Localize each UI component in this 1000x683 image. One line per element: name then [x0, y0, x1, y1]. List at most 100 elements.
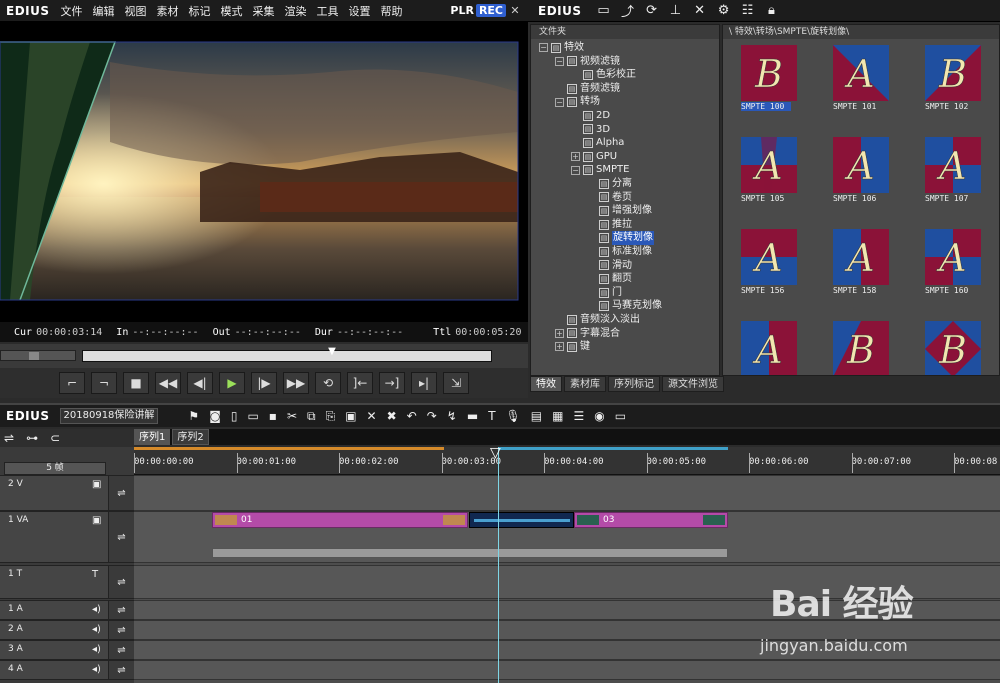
track-sync-icon[interactable]: ⇌ [108, 512, 134, 562]
tree-item[interactable]: + ▤ 字幕混合 [555, 327, 620, 341]
close-icon[interactable]: ✕ [508, 4, 522, 18]
tree-item[interactable]: ▤ 推拉 [587, 218, 632, 232]
sequence-tab[interactable]: 序列2 [172, 429, 209, 445]
track-sync-icon[interactable]: ⇌ [108, 601, 134, 619]
tree-item[interactable]: − ▤ 特效 [539, 41, 584, 55]
menu-item[interactable]: 文件 [56, 3, 88, 19]
marker-icon[interactable]: ⚑ [188, 409, 199, 423]
razor-icon[interactable]: ↯ [447, 409, 457, 423]
audio-clip[interactable] [212, 548, 728, 558]
menu-item[interactable]: 编辑 [88, 3, 120, 19]
expand-icon[interactable]: + [555, 328, 564, 338]
properties-icon[interactable]: ⚙ [716, 3, 732, 18]
paste-icon[interactable]: ⎘ [326, 409, 336, 424]
insert-button[interactable]: ]← [347, 372, 373, 394]
transition-thumbnail[interactable]: B [741, 45, 797, 101]
text-icon[interactable]: T [488, 409, 495, 423]
apply-icon[interactable]: ⊥ [668, 3, 684, 18]
tree-item[interactable]: − ▤ 转场 [555, 95, 600, 109]
track-header[interactable]: 1 VA ▣ ⇌ [0, 511, 134, 563]
up-folder-icon[interactable]: ⤴ [620, 1, 636, 20]
expand-icon[interactable]: − [539, 43, 548, 53]
audio-toggle-icon[interactable]: ◂) [92, 644, 101, 655]
transition-thumbnail[interactable]: A [833, 137, 889, 193]
track-header[interactable]: 1 T T ⇌ [0, 565, 134, 599]
delete-clip-icon[interactable]: ✕ [367, 409, 377, 423]
transition-thumbnail[interactable]: A [741, 137, 797, 193]
render-icon[interactable]: ▤ [531, 409, 542, 423]
overwrite-button[interactable]: →] [379, 372, 405, 394]
volume-handle[interactable] [29, 352, 39, 360]
sync-lock-icon[interactable]: ⊂ [50, 431, 60, 445]
new-file-icon[interactable]: ▯ [231, 409, 238, 423]
mixer-icon[interactable]: ☰ [573, 409, 584, 423]
bin-tab[interactable]: 特效 [530, 376, 562, 392]
tree-item[interactable]: ▤ 马赛克划像 [587, 299, 662, 313]
export-button[interactable]: ⇲ [443, 372, 469, 394]
sequence-tab[interactable]: 序列1 [134, 429, 171, 445]
tree-item[interactable]: ▤ 3D [571, 123, 610, 137]
transition-thumbnail[interactable]: B [925, 45, 981, 101]
plr-rec-indicator[interactable]: PLR REC ✕ [450, 4, 528, 18]
time-ruler[interactable]: 00:00:00:00 00:00:01:00 00:00:02:00 00:00:0… [134, 447, 1000, 475]
track-sync-icon[interactable]: ⇌ [108, 621, 134, 639]
tree-item[interactable]: + ▤ 键 [555, 340, 590, 354]
track-header[interactable]: 2 V ▣ ⇌ [0, 475, 134, 511]
play-button[interactable]: ▶ [219, 372, 245, 394]
tree-item[interactable]: ▤ 色彩校正 [571, 68, 636, 82]
table-icon[interactable]: ▦ [552, 409, 563, 423]
track-row[interactable] [134, 660, 1000, 680]
track-row[interactable] [134, 475, 1000, 511]
copy-icon[interactable]: ⧉ [307, 409, 316, 424]
track-sync-icon[interactable]: ⇌ [108, 641, 134, 659]
tree-item[interactable]: ▤ 门 [587, 286, 622, 300]
mark-in-button[interactable]: ⌐ [59, 372, 85, 394]
layout-icon[interactable]: ▭ [615, 409, 626, 423]
sync-icon[interactable]: ⟳ [644, 3, 660, 18]
audio-toggle-icon[interactable]: ◂) [92, 664, 101, 675]
volume-slider[interactable] [0, 350, 76, 361]
video-clip[interactable]: 01 [212, 512, 468, 528]
tree-item[interactable]: ▤ 音频淡入淡出 [555, 313, 640, 327]
lock-icon[interactable]: 🔒︎ [764, 3, 780, 18]
tree-item[interactable]: ▤ 增强划像 [587, 204, 652, 218]
transition-clip[interactable] [469, 512, 574, 528]
fast-forward-button[interactable]: ▶▶ [283, 372, 309, 394]
ripple-delete-icon[interactable]: ✖ [387, 409, 397, 423]
bin-tab[interactable]: 源文件浏览 [662, 376, 724, 392]
undo-icon[interactable]: ↶ [407, 409, 417, 423]
transition-thumbnail[interactable]: B [925, 321, 981, 375]
menu-item[interactable]: 工具 [312, 3, 344, 19]
delete-icon[interactable]: ✕ [692, 3, 708, 18]
group-icon[interactable]: ▣ [345, 409, 356, 423]
tree-item[interactable]: − ▤ SMPTE [571, 163, 629, 177]
tree-item[interactable]: ▤ 2D [571, 109, 610, 123]
transition-thumbnail[interactable]: A [833, 229, 889, 285]
snap-icon[interactable]: ▬ [467, 409, 478, 423]
tree-item[interactable]: ▤ 滑动 [587, 259, 632, 273]
timeline-playhead[interactable] [498, 447, 499, 683]
menu-item[interactable]: 帮助 [376, 3, 408, 19]
audio-toggle-icon[interactable]: ◂) [92, 604, 101, 615]
title-toggle-icon[interactable]: T [92, 569, 98, 580]
bin-tab[interactable]: 素材库 [564, 376, 606, 392]
playhead-handle[interactable]: ▼ [328, 346, 336, 360]
transition-thumbnail[interactable]: A [925, 229, 981, 285]
bin-tab[interactable]: 序列标记 [608, 376, 660, 392]
tree-item[interactable]: − ▤ 视频滤镜 [555, 55, 620, 69]
save-icon[interactable]: ▪ [269, 409, 277, 423]
track-header[interactable]: 2 A ◂) ⇌ [0, 620, 134, 640]
tree-item[interactable]: + ▤ GPU [571, 150, 617, 164]
redo-icon[interactable]: ↷ [427, 409, 437, 423]
track-header[interactable]: 1 A ◂) ⇌ [0, 600, 134, 620]
step-forward-button[interactable]: |▶ [251, 372, 277, 394]
transition-thumbnail[interactable]: A [925, 137, 981, 193]
tree-item[interactable]: ▤ 翻页 [587, 272, 632, 286]
tree-item[interactable]: ▤ 音频滤镜 [555, 82, 620, 96]
project-name[interactable]: 20180918保险讲解 [59, 408, 159, 424]
tree-item[interactable]: ▤ 旋转划像 [587, 231, 654, 245]
transition-thumbnail[interactable]: A [833, 45, 889, 101]
expand-icon[interactable]: + [571, 152, 580, 162]
track-sync-icon[interactable]: ⇌ [108, 476, 134, 510]
view-icon[interactable]: ☷ [740, 3, 756, 18]
